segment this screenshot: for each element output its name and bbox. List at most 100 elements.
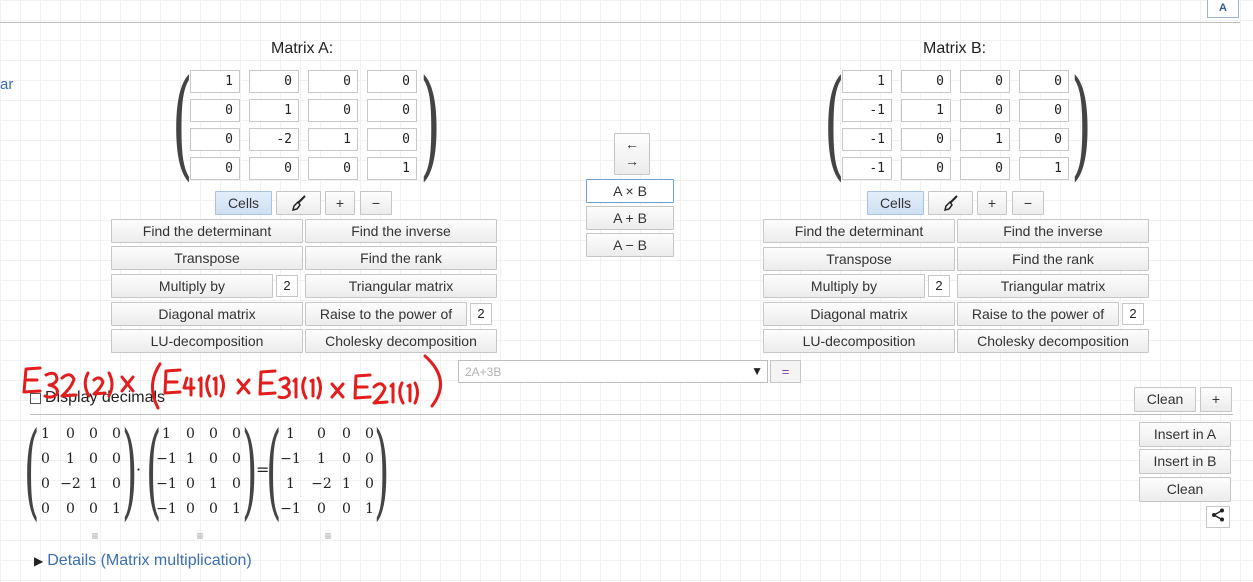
matrix-a-cell[interactable]: 1 <box>367 157 417 180</box>
matrix-a-power-value[interactable]: 2 <box>470 303 492 325</box>
matrix-b-cell[interactable]: 1 <box>901 99 951 122</box>
matrix-a-remove-size-button[interactable]: − <box>360 191 392 215</box>
matrix-b-transpose-button[interactable]: Transpose <box>763 247 955 271</box>
matrix-a-cell[interactable]: 0 <box>190 99 240 122</box>
matrix-b-cell[interactable]: 0 <box>901 70 951 93</box>
matrix-b-cell[interactable]: 1 <box>1019 157 1069 180</box>
matrix-b-multiply-value[interactable]: 2 <box>928 275 950 297</box>
matrix-a-cell[interactable]: -2 <box>249 128 299 151</box>
insert-in-a-button[interactable]: Insert in A <box>1139 422 1231 447</box>
matrix-a-triangular-button[interactable]: Triangular matrix <box>305 274 497 298</box>
matrix-b-cholesky-button[interactable]: Cholesky decomposition <box>957 329 1149 353</box>
matrix-b-rank-button[interactable]: Find the rank <box>957 247 1149 271</box>
matrix-b-cell[interactable]: 0 <box>1019 70 1069 93</box>
result-c-cell: −1 <box>280 501 301 517</box>
matrix-a-clear-brush-button[interactable] <box>276 191 321 215</box>
matrix-b-cell[interactable]: 0 <box>901 157 951 180</box>
matrix-a-cell[interactable]: 0 <box>367 128 417 151</box>
expression-select[interactable]: 2A+3B ▼ <box>458 360 768 383</box>
matrix-b-triangular-button[interactable]: Triangular matrix <box>957 274 1149 298</box>
matrix-b-lu-button[interactable]: LU-decomposition <box>763 329 955 353</box>
add-result-button[interactable]: + <box>1200 387 1232 412</box>
matrix-a-determinant-button[interactable]: Find the determinant <box>111 219 303 243</box>
matrix-b-power-button[interactable]: Raise to the power of <box>957 302 1119 326</box>
matrix-a-cell[interactable]: 0 <box>190 128 240 151</box>
matrix-a-cell[interactable]: 0 <box>190 157 240 180</box>
matrix-b-cell[interactable]: 0 <box>1019 128 1069 151</box>
matrix-b-add-size-button[interactable]: + <box>977 191 1007 215</box>
matrix-a-multiply-value[interactable]: 2 <box>276 275 298 297</box>
matrix-a-cell[interactable]: 1 <box>190 70 240 93</box>
matrix-b-determinant-button[interactable]: Find the determinant <box>763 219 955 243</box>
matrix-a-cell[interactable]: 0 <box>308 70 358 93</box>
matrix-a-multiply-button[interactable]: Multiply by <box>111 274 273 298</box>
result-a-cell: 0 <box>66 501 75 517</box>
share-button[interactable] <box>1206 506 1230 528</box>
matrix-b-cell[interactable]: 0 <box>1019 99 1069 122</box>
display-decimals-checkbox[interactable] <box>30 392 41 404</box>
matrix-b-cell[interactable]: 0 <box>960 99 1010 122</box>
matrix-b-cell[interactable]: -1 <box>842 157 892 180</box>
matrix-a-cell[interactable]: 0 <box>249 70 299 93</box>
matrix-a-diagonal-button[interactable]: Diagonal matrix <box>111 302 303 326</box>
matrix-a-cell[interactable]: 0 <box>367 99 417 122</box>
matrix-a-result-menu-icon[interactable]: ≡ <box>89 530 101 542</box>
matrix-b-result-menu-icon[interactable]: ≡ <box>194 530 206 542</box>
matrix-b-multiply-button[interactable]: Multiply by <box>763 274 925 298</box>
matrix-a-rank-button[interactable]: Find the rank <box>305 246 497 270</box>
matrix-a-cell[interactable]: 0 <box>249 157 299 180</box>
matrix-a-cell[interactable]: 1 <box>308 128 358 151</box>
result-b-cell: 1 <box>186 451 195 467</box>
matrix-b-diagonal-button[interactable]: Diagonal matrix <box>763 302 955 326</box>
result-b-cell: 0 <box>209 451 218 467</box>
result-c-cell: 0 <box>342 426 351 442</box>
clean-button[interactable]: Clean <box>1134 387 1196 412</box>
result-c-cell: 0 <box>317 501 326 517</box>
matrix-b-cell[interactable]: -1 <box>842 99 892 122</box>
insert-in-b-button[interactable]: Insert in B <box>1139 449 1231 474</box>
matrix-a-cell[interactable]: 1 <box>249 99 299 122</box>
matrix-c-result-menu-icon[interactable]: ≡ <box>322 530 334 542</box>
matrix-a-cells-button[interactable]: Cells <box>215 191 272 215</box>
equals-sign: = <box>256 460 270 479</box>
a-plus-b-button[interactable]: A + B <box>586 206 674 230</box>
matrix-b-power-value[interactable]: 2 <box>1122 303 1144 325</box>
matrix-b-remove-size-button[interactable]: − <box>1012 191 1044 215</box>
matrix-b-cell[interactable]: 0 <box>901 128 951 151</box>
result-c-cell: 0 <box>342 451 351 467</box>
clean-result-button[interactable]: Clean <box>1139 477 1231 502</box>
matrix-b-cell[interactable]: -1 <box>842 128 892 151</box>
details-toggle[interactable]: ▶ Details (Matrix multiplication) <box>34 552 252 570</box>
a-minus-b-button[interactable]: A − B <box>586 233 674 257</box>
arrow-right-icon: → <box>625 153 639 169</box>
left-link-partial[interactable]: ar <box>0 76 13 93</box>
matrix-a-transpose-button[interactable]: Transpose <box>111 246 303 270</box>
matrix-b-cell[interactable]: 1 <box>960 128 1010 151</box>
matrix-a-cell[interactable]: 0 <box>308 157 358 180</box>
matrix-a-lu-button[interactable]: LU-decomposition <box>111 329 303 353</box>
matrix-b-cells-button[interactable]: Cells <box>867 191 924 215</box>
matrix-a-add-size-button[interactable]: + <box>325 191 355 215</box>
display-decimals-toggle[interactable]: Display decimals <box>30 389 165 407</box>
matrix-a-cell[interactable]: 0 <box>308 99 358 122</box>
result-a-cell: 0 <box>89 451 98 467</box>
matrix-a-power-button[interactable]: Raise to the power of <box>305 302 467 326</box>
matrix-a-inverse-button[interactable]: Find the inverse <box>305 219 497 243</box>
matrix-b-cell[interactable]: 0 <box>960 157 1010 180</box>
matrix-a-cholesky-button[interactable]: Cholesky decomposition <box>305 329 497 353</box>
a-times-b-button[interactable]: A × B <box>586 179 674 203</box>
translate-icon[interactable]: A <box>1207 0 1239 18</box>
result-c-cell: 1 <box>286 476 295 492</box>
arrow-left-icon: ← <box>625 136 639 152</box>
matrix-b-clear-brush-button[interactable] <box>928 191 973 215</box>
top-divider <box>0 22 1240 23</box>
evaluate-expression-button[interactable]: = <box>770 360 801 383</box>
result-divider <box>30 414 1233 415</box>
swap-matrices-button[interactable]: ← → <box>614 133 650 175</box>
share-icon <box>1212 508 1224 522</box>
matrix-b-cell[interactable]: 1 <box>842 70 892 93</box>
matrix-b-cell[interactable]: 0 <box>960 70 1010 93</box>
details-label: Details (Matrix multiplication) <box>47 552 252 569</box>
matrix-a-cell[interactable]: 0 <box>367 70 417 93</box>
matrix-b-inverse-button[interactable]: Find the inverse <box>957 219 1149 243</box>
